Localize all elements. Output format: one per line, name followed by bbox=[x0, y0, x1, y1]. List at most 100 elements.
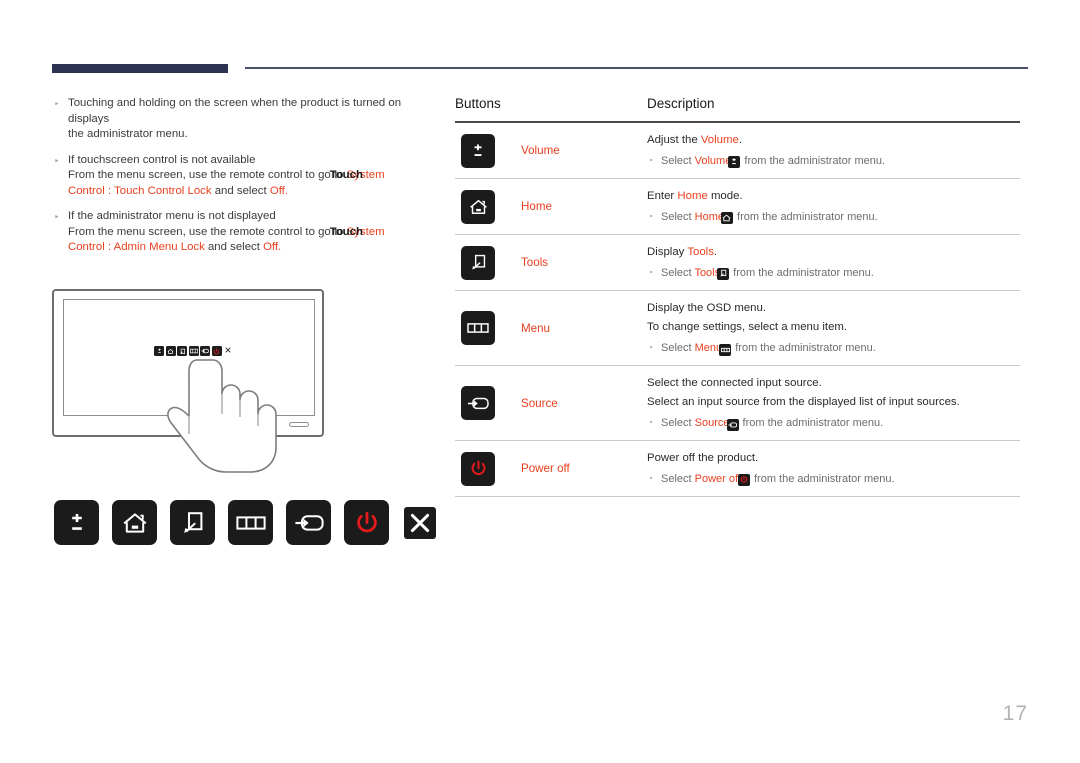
row-icon-cell bbox=[455, 189, 501, 224]
setting-path-separator: : bbox=[107, 241, 112, 253]
note-item: ‣ Touching and holding on the screen whe… bbox=[52, 96, 444, 143]
note-detail-mid: and select bbox=[204, 241, 264, 253]
desc-highlight: Tools bbox=[687, 246, 714, 258]
description-line: Display Tools. bbox=[647, 244, 1020, 260]
sub-text: Select bbox=[661, 155, 695, 167]
button-key-strip bbox=[54, 500, 436, 545]
note-detail-2: Control : Admin Menu Lock and select Off… bbox=[68, 240, 444, 256]
home-icon bbox=[123, 512, 146, 533]
sub-text: Select bbox=[661, 417, 695, 429]
table-row: Menu Display the OSD menu. To change set… bbox=[455, 291, 1020, 366]
note-item: ‣ If the administrator menu is not displ… bbox=[52, 209, 444, 256]
tools-icon bbox=[471, 254, 485, 270]
volume-icon bbox=[71, 513, 82, 530]
row-button-name: Home bbox=[521, 200, 552, 213]
setting-value-off: Off bbox=[263, 241, 279, 253]
close-icon bbox=[410, 513, 430, 532]
desc-text: Display bbox=[647, 246, 688, 258]
menu-key[interactable] bbox=[461, 311, 495, 345]
table-row: Power off Power off the product. ‣ Select… bbox=[455, 441, 1020, 497]
description-sub-line: ‣ Select Home from the administrator menu… bbox=[647, 209, 1020, 225]
description-line: Select the connected input source. bbox=[647, 377, 822, 389]
desc-highlight: Volume bbox=[700, 134, 739, 146]
tools-key[interactable] bbox=[170, 500, 215, 545]
sub-highlight: Menu bbox=[694, 342, 723, 354]
description-line: Adjust the Volume. bbox=[647, 132, 1020, 148]
setting-path-control: Control bbox=[68, 184, 105, 197]
row-description: Display Tools. ‣ Select Tools from the ad… bbox=[647, 244, 1020, 281]
description-sub-line: ‣ Select Menu from the administrator menu… bbox=[647, 340, 1020, 356]
desc-text: Adjust the bbox=[647, 134, 701, 146]
header-rule-thick bbox=[52, 64, 228, 73]
buttons-description-table: Buttons Description Volume Adjust the Vo… bbox=[455, 96, 1020, 497]
menu-icon bbox=[235, 515, 266, 530]
monitor-bezel bbox=[52, 289, 324, 473]
note-detail-prefix: From the menu screen, use the remote con… bbox=[68, 225, 347, 238]
tools-key[interactable] bbox=[461, 245, 495, 280]
row-icon-cell bbox=[455, 311, 501, 345]
setting-path-separator: : bbox=[107, 184, 112, 197]
tools-icon bbox=[717, 267, 730, 280]
home-icon bbox=[720, 212, 733, 224]
source-key[interactable] bbox=[286, 500, 331, 545]
desc-highlight: Home bbox=[677, 190, 708, 202]
sub-highlight: Home bbox=[694, 211, 724, 223]
row-button-name: Source bbox=[521, 396, 558, 410]
bullet-icon: ‣ bbox=[54, 99, 60, 109]
description-sub-line: ‣ Select Power off from the administrator… bbox=[647, 471, 1020, 487]
row-description: Select the connected input source. Selec… bbox=[647, 375, 1020, 431]
description-line: Enter Home mode. bbox=[647, 188, 1020, 204]
column-header-description: Description bbox=[647, 96, 715, 111]
description-line: To change settings, select a menu item. bbox=[647, 321, 848, 333]
bullet-icon: ‣ bbox=[649, 474, 654, 483]
home-key[interactable] bbox=[112, 500, 157, 545]
desc-text: mode. bbox=[707, 190, 743, 202]
volume-key[interactable] bbox=[461, 133, 495, 168]
illustration-touchscreen bbox=[52, 289, 330, 473]
note-detail-prefix: From the menu screen, use the remote con… bbox=[68, 169, 347, 181]
description-line: Select an input source from the displaye… bbox=[647, 396, 960, 408]
volume-key[interactable] bbox=[54, 500, 99, 545]
header-rule-thin bbox=[245, 67, 1028, 69]
menu-key[interactable] bbox=[228, 500, 273, 545]
row-button-name: Tools bbox=[521, 256, 549, 269]
row-icon-cell bbox=[455, 451, 501, 486]
sub-highlight: Source bbox=[694, 417, 730, 429]
sub-text: Select bbox=[661, 473, 695, 485]
sub-text: from the administrator menu. bbox=[730, 267, 874, 279]
home-key[interactable] bbox=[461, 189, 495, 224]
table-row: Tools Display Tools. ‣ Select Tools from … bbox=[455, 235, 1020, 291]
sub-text: from the administrator menu. bbox=[739, 417, 884, 429]
bullet-icon: ‣ bbox=[649, 156, 654, 165]
volume-icon bbox=[474, 143, 482, 156]
row-description: Display the OSD menu. To change settings… bbox=[647, 300, 1020, 356]
source-key[interactable] bbox=[461, 386, 495, 420]
note-line: If the administrator menu is not display… bbox=[68, 210, 276, 222]
desc-text: . bbox=[738, 134, 742, 146]
table-row: Volume Adjust the Volume. ‣ Select Volume… bbox=[455, 123, 1020, 179]
sub-text: Select bbox=[661, 342, 695, 354]
power-off-key[interactable] bbox=[344, 500, 389, 545]
sub-text: Select bbox=[661, 267, 695, 279]
sub-text: from the administrator menu. bbox=[733, 211, 878, 223]
row-button-name: Volume bbox=[521, 144, 560, 157]
bullet-icon: ‣ bbox=[649, 343, 654, 352]
note-detail-mid: and select bbox=[211, 184, 270, 197]
desc-text: . bbox=[713, 246, 718, 258]
bullet-icon: ‣ bbox=[54, 212, 60, 222]
power-off-key[interactable] bbox=[461, 451, 495, 486]
sub-highlight: Power off bbox=[694, 473, 741, 485]
sub-text: from the administrator menu. bbox=[741, 155, 886, 167]
source-icon bbox=[468, 397, 489, 409]
description-sub-line: ‣ Select Source from the administrator me… bbox=[647, 415, 1020, 431]
description-sub-line: ‣ Select Volume from the administrator me… bbox=[647, 153, 1020, 169]
description-sub-line: ‣ Select Tools from the administrator men… bbox=[647, 265, 1020, 281]
close-key[interactable] bbox=[404, 506, 436, 539]
source-icon bbox=[294, 514, 324, 531]
setting-path-item: Admin Menu Lock bbox=[113, 241, 205, 253]
setting-path-touch: Touch bbox=[329, 169, 363, 181]
document-page: ‣ Touching and holding on the screen whe… bbox=[0, 0, 1080, 763]
pointing-hand-illustration bbox=[167, 359, 277, 473]
setting-path-item: Touch Control Lock bbox=[114, 184, 212, 197]
row-description: Adjust the Volume. ‣ Select Volume from t… bbox=[647, 132, 1020, 169]
